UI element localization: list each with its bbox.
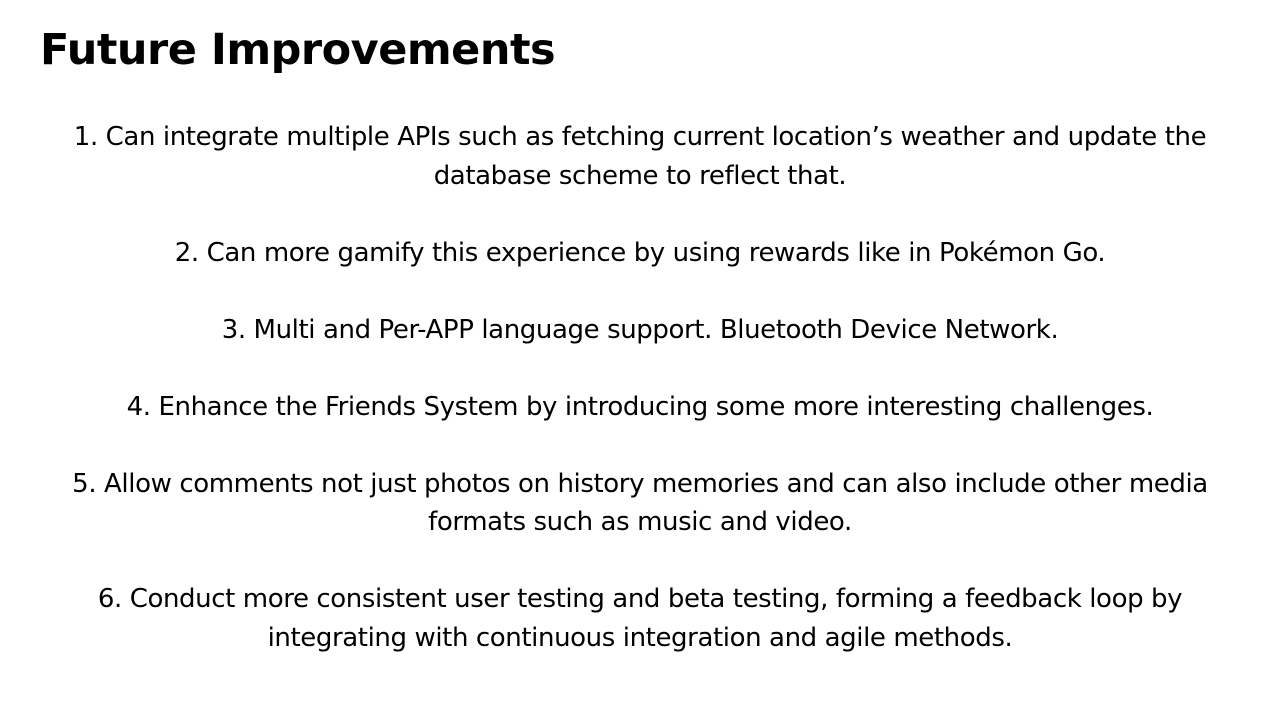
slide-title: Future Improvements [40, 25, 556, 75]
list-item: 5. Allow comments not just photos on his… [72, 468, 1208, 538]
list-item: 2. Can more gamify this experience by us… [174, 237, 1106, 268]
list-item: 1. Can integrate multiple APIs such as f… [73, 122, 1207, 191]
list-item: 3. Multi and Per-APP language support. B… [221, 314, 1059, 345]
list-item: 6. Conduct more consistent user testing … [97, 584, 1183, 653]
list-item: 4. Enhance the Friends System by introdu… [126, 391, 1154, 422]
improvements-list: 1. Can integrate multiple APIs such as f… [50, 118, 1230, 696]
slide: Future Improvements 1. Can integrate mul… [0, 0, 1280, 720]
